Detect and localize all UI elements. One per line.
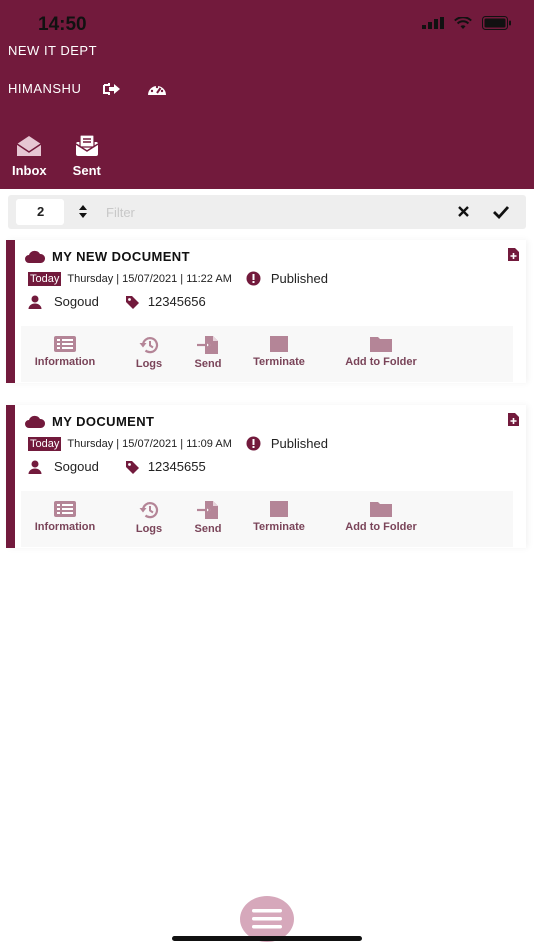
document-reference: 12345656 [147, 294, 206, 309]
send-label: Send [194, 523, 222, 535]
dashboard-icon[interactable] [147, 82, 167, 96]
document-title: MY NEW DOCUMENT [52, 249, 190, 264]
document-card[interactable]: MY NEW DOCUMENT Today Thursday | 15/07/2… [6, 240, 526, 383]
tab-inbox[interactable]: Inbox [12, 134, 47, 178]
wifi-icon [454, 16, 472, 29]
envelope-open-icon [16, 136, 42, 156]
user-row: HIMANSHU [8, 81, 167, 96]
tag-icon [125, 460, 139, 474]
exclamation-icon [246, 436, 261, 451]
information-icon [54, 501, 76, 517]
document-date: Thursday | 15/07/2021 | 11:09 AM [67, 437, 232, 450]
file-import-icon [197, 501, 218, 519]
sent-envelope-icon [75, 134, 99, 156]
document-add-icon[interactable] [507, 247, 520, 262]
logs-button[interactable]: Logs [129, 326, 169, 370]
document-status: Published [270, 271, 328, 286]
user-icon [28, 460, 42, 474]
department-name: NEW IT DEPT [8, 43, 98, 58]
logs-label: Logs [135, 358, 163, 370]
send-button[interactable]: Send [189, 491, 227, 535]
add-to-folder-label: Add to Folder [345, 521, 417, 533]
document-title-row: MY DOCUMENT [24, 414, 154, 429]
filter-input[interactable] [106, 199, 436, 225]
information-button[interactable]: Information [27, 491, 103, 533]
today-badge: Today [28, 271, 62, 286]
document-actions: Information Logs Send Terminate Add to F… [21, 326, 513, 382]
card-accent-bar [6, 405, 15, 548]
add-to-folder-button[interactable]: Add to Folder [337, 326, 425, 368]
document-status: Published [270, 436, 328, 451]
user-name: HIMANSHU [8, 81, 82, 96]
history-icon [139, 502, 159, 519]
folder-icon [370, 502, 392, 517]
folder-icon [370, 337, 392, 352]
file-import-icon [197, 336, 218, 354]
clear-icon[interactable] [457, 205, 470, 218]
today-badge: Today [28, 436, 62, 451]
send-label: Send [194, 358, 222, 370]
information-label: Information [34, 356, 96, 368]
hamburger-menu-icon [252, 909, 282, 929]
terminate-button[interactable]: Terminate [247, 326, 311, 368]
filter-bar: 2 [8, 195, 526, 229]
document-owner: Sogoud [54, 459, 99, 474]
logs-button[interactable]: Logs [129, 491, 169, 535]
tab-inbox-label: Inbox [12, 163, 47, 178]
document-owner: Sogoud [54, 294, 99, 309]
document-title-row: MY NEW DOCUMENT [24, 249, 190, 264]
document-owner-row: Sogoud 12345655 [28, 459, 206, 474]
status-time: 14:50 [38, 14, 87, 35]
document-date: Thursday | 15/07/2021 | 11:22 AM [67, 272, 232, 285]
tab-sent[interactable]: Sent [73, 134, 101, 178]
exclamation-icon [246, 271, 261, 286]
app-header: 14:50 NEW IT DEPT HIMANSHU Inbox Sent [0, 0, 534, 189]
page-size-select[interactable]: 2 [16, 199, 64, 225]
confirm-icon[interactable] [492, 205, 510, 219]
send-button[interactable]: Send [189, 326, 227, 370]
tag-icon [125, 295, 139, 309]
information-label: Information [34, 521, 96, 533]
battery-icon [482, 16, 511, 30]
terminate-label: Terminate [253, 521, 305, 533]
cloud-icon [25, 250, 46, 263]
status-icons [422, 16, 512, 30]
cloud-icon [25, 415, 46, 428]
document-reference: 12345655 [147, 459, 206, 474]
document-actions: Information Logs Send Terminate Add to F… [21, 491, 513, 547]
terminate-button[interactable]: Terminate [247, 491, 311, 533]
home-indicator[interactable] [172, 936, 362, 941]
document-card[interactable]: MY DOCUMENT Today Thursday | 15/07/2021 … [6, 405, 526, 548]
card-accent-bar [6, 240, 15, 383]
logout-icon[interactable] [103, 82, 121, 96]
user-icon [28, 295, 42, 309]
information-button[interactable]: Information [27, 326, 103, 368]
document-meta-row: Today Thursday | 15/07/2021 | 11:22 AM P… [28, 271, 328, 286]
signal-icon [422, 17, 444, 29]
document-owner-row: Sogoud 12345656 [28, 294, 206, 309]
stop-icon [270, 501, 288, 517]
sort-icon[interactable] [78, 204, 88, 219]
add-to-folder-button[interactable]: Add to Folder [337, 491, 425, 533]
stop-icon [270, 336, 288, 352]
document-title: MY DOCUMENT [52, 414, 155, 429]
mailbox-tabs: Inbox Sent [12, 134, 101, 178]
history-icon [139, 337, 159, 354]
information-icon [54, 336, 76, 352]
terminate-label: Terminate [253, 356, 305, 368]
logs-label: Logs [135, 523, 163, 535]
document-add-icon[interactable] [507, 412, 520, 427]
add-to-folder-label: Add to Folder [345, 356, 417, 368]
document-meta-row: Today Thursday | 15/07/2021 | 11:09 AM P… [28, 436, 328, 451]
tab-sent-label: Sent [72, 163, 101, 178]
